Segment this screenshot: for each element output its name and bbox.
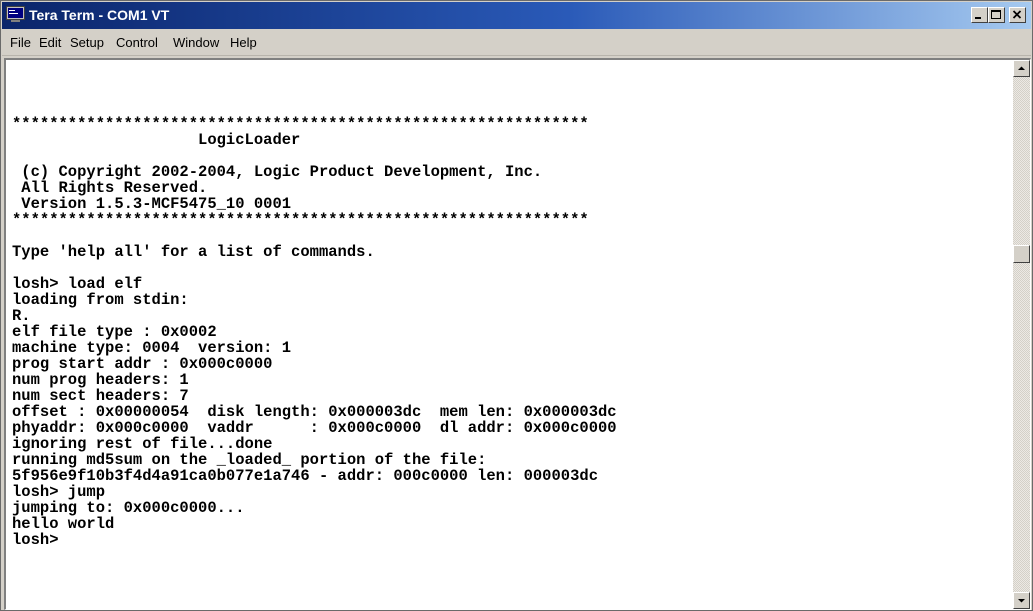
minimize-button[interactable] — [971, 7, 988, 23]
scroll-down-arrow-icon — [1018, 599, 1025, 603]
scroll-down-button[interactable] — [1013, 592, 1030, 609]
terminal-line: losh> jump — [12, 483, 106, 501]
terminal-line: num sect headers: 7 — [12, 387, 189, 405]
scroll-up-arrow-icon — [1018, 66, 1025, 70]
terminal-line: 5f956e9f10b3f4d4a91ca0b077e1a746 - addr:… — [12, 467, 598, 485]
menu-file[interactable]: File — [10, 35, 31, 50]
menu-help[interactable]: Help — [230, 35, 257, 50]
maximize-icon — [991, 10, 1001, 19]
terminal-line: num prog headers: 1 — [12, 371, 189, 389]
terminal-line: (c) Copyright 2002-2004, Logic Product D… — [12, 163, 543, 181]
terminal-line: running md5sum on the _loaded_ portion o… — [12, 451, 487, 469]
window-title: Tera Term - COM1 VT — [29, 7, 170, 23]
terminal-line: jumping to: 0x000c0000... — [12, 499, 245, 517]
terminal-line: offset : 0x00000054 disk length: 0x00000… — [12, 403, 617, 421]
maximize-button[interactable] — [988, 7, 1005, 23]
close-button[interactable] — [1009, 7, 1026, 23]
title-bar[interactable]: Tera Term - COM1 VT — [2, 2, 1031, 29]
menu-bar: File Edit Setup Control Window Help — [2, 29, 1031, 56]
vertical-scrollbar[interactable] — [1013, 60, 1030, 609]
teraterm-app-icon[interactable] — [6, 6, 25, 23]
terminal-line: ****************************************… — [12, 115, 589, 133]
teraterm-window: Tera Term - COM1 VT File Edit Setup Cont… — [0, 0, 1033, 611]
terminal-line: ignoring rest of file...done — [12, 435, 273, 453]
terminal-line: LogicLoader — [12, 131, 301, 149]
terminal-line: machine type: 0004 version: 1 — [12, 339, 292, 357]
terminal-line: prog start addr : 0x000c0000 — [12, 355, 273, 373]
terminal-line: R. — [12, 307, 31, 325]
menu-setup[interactable]: Setup — [70, 35, 104, 50]
terminal-line: loading from stdin: — [12, 291, 189, 309]
scroll-up-button[interactable] — [1013, 60, 1030, 77]
terminal-line: elf file type : 0x0002 — [12, 323, 217, 341]
close-icon — [1012, 10, 1022, 19]
terminal-line: All Rights Reserved. — [12, 179, 208, 197]
terminal-frame: ****************************************… — [4, 58, 1031, 610]
terminal-line: losh> load elf — [12, 275, 143, 293]
terminal-line: losh> — [12, 531, 59, 549]
menu-window[interactable]: Window — [173, 35, 219, 50]
terminal-line: Type 'help all' for a list of commands. — [12, 243, 375, 261]
terminal-line: hello world — [12, 515, 115, 533]
terminal-output[interactable]: ****************************************… — [6, 60, 1013, 609]
menu-edit[interactable]: Edit — [39, 35, 61, 50]
terminal-line: ****************************************… — [12, 211, 589, 229]
menu-control[interactable]: Control — [116, 35, 158, 50]
scrollbar-thumb[interactable] — [1013, 245, 1030, 263]
minimize-icon — [975, 17, 981, 19]
terminal-line: Version 1.5.3-MCF5475_10 0001 — [12, 195, 292, 213]
terminal-line: phyaddr: 0x000c0000 vaddr : 0x000c0000 d… — [12, 419, 617, 437]
